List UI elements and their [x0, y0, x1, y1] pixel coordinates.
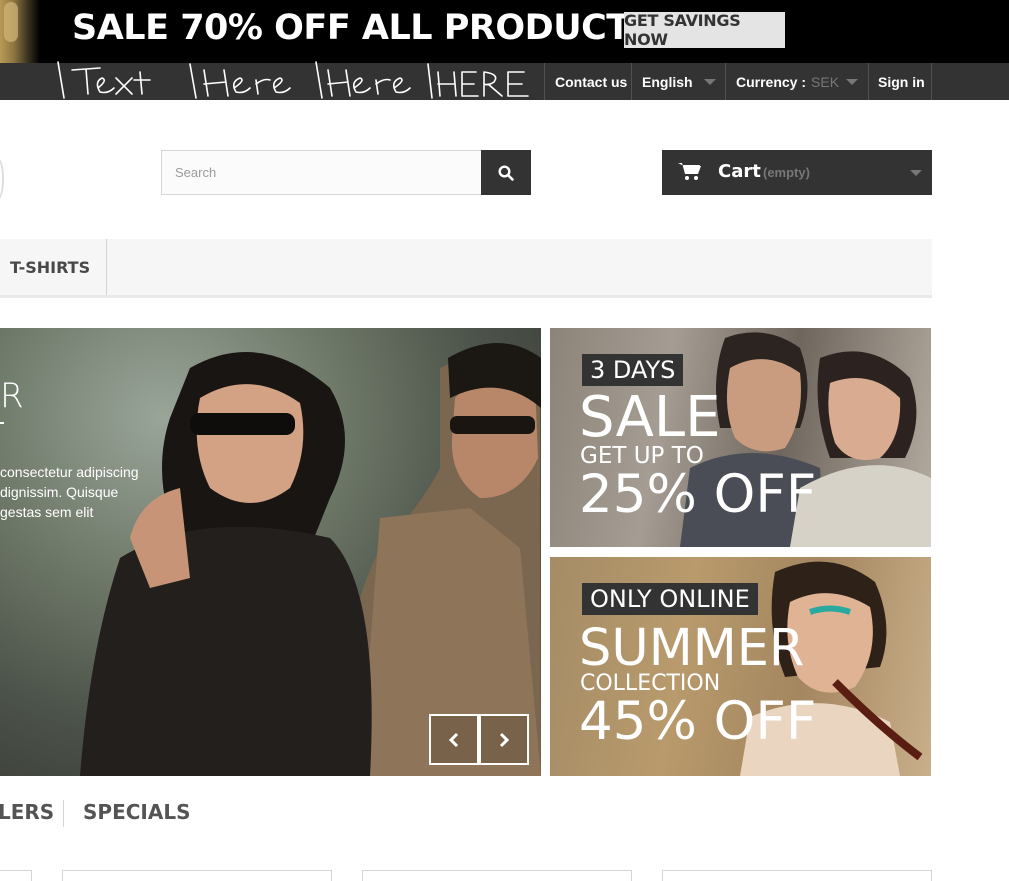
language-value: English [642, 73, 693, 90]
sign-in-link[interactable]: Sign in [878, 63, 925, 100]
cart-button[interactable]: Cart (empty) [662, 150, 932, 195]
tile-offer: 45% OFF [579, 691, 817, 752]
chevron-down-icon [846, 79, 858, 85]
promo-tile-summer[interactable]: ONLY ONLINE SUMMER COLLECTION 45% OFF [550, 557, 931, 776]
search-field[interactable] [161, 150, 482, 195]
product-card[interactable] [362, 870, 632, 881]
tile-badge: ONLY ONLINE [582, 583, 758, 615]
product-card[interactable] [662, 870, 932, 881]
chevron-left-icon [448, 732, 459, 747]
cart-status: (empty) [763, 165, 810, 180]
product-card[interactable] [0, 870, 32, 881]
slider-text: consectetur adipiscing dignissim. Quisqu… [0, 462, 150, 522]
language-selector[interactable]: English [642, 63, 725, 100]
homepage-slider: R consectetur adipiscing dignissim. Quis… [0, 328, 541, 776]
chevron-right-icon [499, 732, 510, 747]
handwritten-scribble [57, 61, 529, 99]
chevron-down-icon [704, 79, 716, 85]
search-icon [498, 164, 514, 181]
contact-us-link[interactable]: Contact us [555, 63, 627, 100]
search-input[interactable] [162, 151, 482, 194]
nav-divider [868, 63, 869, 100]
slider-prev-button[interactable] [429, 714, 479, 765]
shopping-cart-icon [678, 163, 701, 180]
promo-tile-sale[interactable]: 3 DAYS SALE GET UP TO 25% OFF [550, 328, 931, 547]
promo-model-image [0, 0, 40, 63]
cart-label: Cart [718, 161, 761, 182]
slider-title: R [0, 376, 24, 416]
slider-image [80, 343, 541, 776]
promo-banner: SALE 70% OFF ALL PRODUCTS GET SAVINGS NO… [0, 0, 1009, 63]
slider-title-underline [0, 422, 4, 424]
tile-offer: 25% OFF [579, 464, 817, 525]
tab-bestsellers[interactable]: LERS [0, 800, 54, 828]
nav-divider [544, 63, 545, 100]
tile-headline: SALE [579, 385, 721, 450]
nav-divider [931, 63, 932, 100]
search-button[interactable] [481, 150, 531, 195]
currency-selector[interactable]: Currency : SEK [736, 63, 868, 100]
logo[interactable] [0, 158, 4, 200]
menu-item-tshirts[interactable]: T-SHIRTS [0, 239, 107, 295]
tile-headline: SUMMER [579, 619, 805, 678]
slider-text-line: consectetur adipiscing [0, 464, 139, 480]
tab-specials[interactable]: SPECIALS [83, 800, 190, 828]
slider-text-line: gestas sem elit [0, 504, 94, 520]
nav-divider [725, 63, 726, 100]
slider-next-button[interactable] [479, 714, 529, 765]
tile-badge: 3 DAYS [582, 354, 684, 386]
tab-divider [63, 800, 64, 827]
nav-divider [631, 63, 632, 100]
chevron-down-icon [910, 170, 922, 176]
currency-value: SEK [811, 73, 840, 90]
promo-title: SALE 70% OFF ALL PRODUCTS [72, 8, 655, 48]
product-card[interactable] [62, 870, 332, 881]
category-menu: T-SHIRTS [0, 239, 932, 298]
slider-text-line: dignissim. Quisque [0, 484, 119, 500]
get-savings-button[interactable]: GET SAVINGS NOW [624, 11, 785, 49]
currency-label: Currency : [736, 73, 807, 90]
